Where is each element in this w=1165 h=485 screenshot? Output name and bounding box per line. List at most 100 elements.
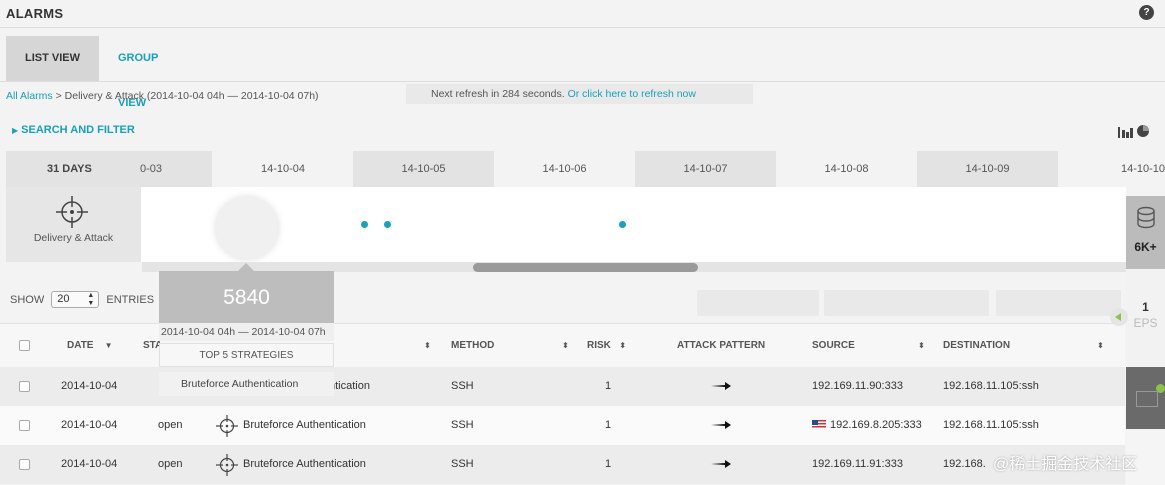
messages-widget[interactable]	[1126, 367, 1165, 429]
cell-source: 192.169.11.90:333	[812, 380, 903, 392]
cell-strategy: ntication	[329, 380, 370, 392]
caret-right-icon: ▶	[12, 126, 19, 135]
entries-label: ENTRIES	[106, 294, 155, 306]
eps-widget[interactable]: 1 EPS	[1110, 270, 1165, 366]
cell-date: 2014-10-04	[61, 419, 118, 431]
cell-method: SSH	[451, 419, 474, 431]
col-risk[interactable]: RISK ⬍	[587, 324, 626, 368]
tab-divider	[0, 81, 1165, 82]
cell-source: 192.169.8.205:333	[812, 406, 922, 445]
breadcrumb-all-alarms[interactable]: All Alarms	[6, 90, 53, 102]
timeline-range[interactable]: 31 DAYS 0-03	[6, 151, 212, 187]
category-label: Delivery & Attack	[33, 232, 114, 244]
cell-risk: 1	[605, 380, 612, 392]
popup-strategy-item[interactable]: Bruteforce Authentication	[159, 372, 334, 396]
refresh-text: Next refresh in 284 seconds.	[431, 88, 565, 100]
watermark: @稀土掘金技术社区	[993, 456, 1138, 473]
cell-method: SSH	[451, 458, 474, 470]
col-destination[interactable]: DESTINATION	[943, 324, 1010, 368]
cell-status: open	[158, 419, 183, 431]
popup-range: 2014-10-04 04h — 2014-10-04 07h	[159, 323, 334, 341]
category-delivery-attack[interactable]: Delivery & Attack	[6, 187, 141, 262]
eps-value: 1	[1142, 300, 1149, 314]
eps-label: EPS	[1133, 316, 1158, 330]
events-count: 6K+	[1134, 240, 1157, 254]
sort-icon[interactable]: ⬍	[1097, 324, 1104, 368]
search-and-filter-toggle[interactable]: ▶ SEARCH AND FILTER	[12, 124, 135, 136]
tab-list-view[interactable]: LIST VIEW	[6, 36, 99, 81]
cell-risk: 1	[605, 419, 612, 431]
sort-icon[interactable]: ⬍	[424, 324, 431, 368]
side-panel: 6K+ 1 EPS	[1110, 196, 1165, 485]
action-button[interactable]	[697, 290, 819, 316]
cell-destination: 192.168.11.105:ssh	[943, 419, 1039, 431]
timeline-day[interactable]: 14-10-10	[1058, 151, 1165, 187]
row-checkbox[interactable]	[19, 459, 30, 470]
col-source[interactable]: SOURCE	[812, 324, 855, 368]
alarm-dot[interactable]	[361, 221, 368, 228]
alarm-dot[interactable]	[384, 221, 391, 228]
timeline-day[interactable]: 14-10-09	[917, 151, 1058, 187]
cell-destination: 192.168.11.105:ssh	[943, 380, 1039, 392]
alarm-bubble-selected[interactable]	[216, 197, 278, 259]
popup-caret	[238, 263, 254, 271]
timeline-range-label: 31 DAYS	[47, 163, 92, 175]
timeline-day: 0-03	[140, 163, 163, 175]
timeline-day[interactable]: 14-10-04	[213, 151, 353, 187]
arrow-right-icon	[711, 421, 731, 429]
action-button[interactable]	[824, 290, 989, 316]
spinner-icon: ▲ ▼	[87, 292, 95, 307]
row-checkbox[interactable]	[19, 381, 30, 392]
alarm-count-popup: 5840 2014-10-04 04h — 2014-10-04 07h TOP…	[159, 263, 334, 371]
select-all-checkbox[interactable]	[19, 340, 30, 351]
timeline-day[interactable]: 14-10-05	[353, 151, 494, 187]
arrow-right-icon	[711, 460, 731, 468]
row-checkbox[interactable]	[19, 420, 30, 431]
entries-value: 20	[57, 293, 70, 305]
entries-select[interactable]: 20 ▲ ▼	[51, 291, 100, 308]
arrow-right-icon	[711, 382, 731, 390]
database-icon	[1137, 206, 1155, 229]
chart-toggle-icon[interactable]	[1118, 124, 1150, 138]
entries-control: SHOW 20 ▲ ▼ ENTRIES	[10, 291, 155, 309]
timeline-day[interactable]: 14-10-06	[494, 151, 635, 187]
col-method[interactable]: METHOD	[451, 324, 494, 368]
crosshair-icon	[216, 415, 238, 437]
cell-strategy: Bruteforce Authentication	[243, 458, 366, 470]
sort-icon[interactable]: ⬍	[918, 324, 925, 368]
cell-method: SSH	[451, 380, 474, 392]
cell-risk: 1	[605, 458, 612, 470]
table-row[interactable]: 2014-10-04 open Bruteforce Authenticatio…	[0, 406, 1125, 445]
cell-date: 2014-10-04	[61, 458, 118, 470]
tab-group-view[interactable]: GROUP VIEW	[100, 36, 176, 109]
timeline-day[interactable]: 14-10-08	[776, 151, 917, 187]
cell-date: 2014-10-04	[61, 380, 118, 392]
crosshair-icon	[216, 454, 238, 476]
col-attack-pattern[interactable]: ATTACK PATTERN	[677, 324, 765, 368]
cell-destination: 192.168.	[943, 458, 986, 470]
breadcrumb-current: > Delivery & Attack (2014-10-04 04h — 20…	[52, 90, 319, 102]
cell-status: open	[158, 458, 183, 470]
breadcrumb: All Alarms > Delivery & Attack (2014-10-…	[6, 90, 319, 102]
timeline-plot: Delivery & Attack	[6, 187, 1126, 262]
popup-count: 5840	[159, 271, 334, 323]
help-icon[interactable]: ?	[1139, 5, 1154, 20]
timeline-day[interactable]: 14-10-07	[635, 151, 776, 187]
search-and-filter-label: SEARCH AND FILTER	[21, 124, 135, 136]
timeline-scroll-thumb[interactable]	[473, 263, 698, 272]
show-label: SHOW	[10, 294, 45, 306]
action-button[interactable]	[996, 290, 1121, 316]
alarm-dot[interactable]	[619, 221, 626, 228]
refresh-now-link[interactable]: Or click here to refresh now	[568, 88, 696, 100]
crosshair-icon	[56, 196, 88, 228]
us-flag-icon	[812, 420, 826, 429]
timeline-header: 31 DAYS 0-03 14-10-04 14-10-05 14-10-06 …	[6, 151, 1165, 187]
sort-icon: ⬍	[619, 341, 626, 350]
page-header: ALARMS ?	[0, 0, 1165, 28]
popup-strategies-label: TOP 5 STRATEGIES	[159, 343, 334, 367]
events-widget[interactable]: 6K+	[1126, 196, 1165, 269]
table-row[interactable]: 2014-10-04 open Bruteforce Authenticatio…	[0, 445, 1125, 484]
col-date[interactable]: DATE ▼	[67, 324, 113, 368]
sort-icon[interactable]: ⬍	[562, 324, 569, 368]
cell-source-text: 192.169.8.205:333	[830, 419, 922, 431]
